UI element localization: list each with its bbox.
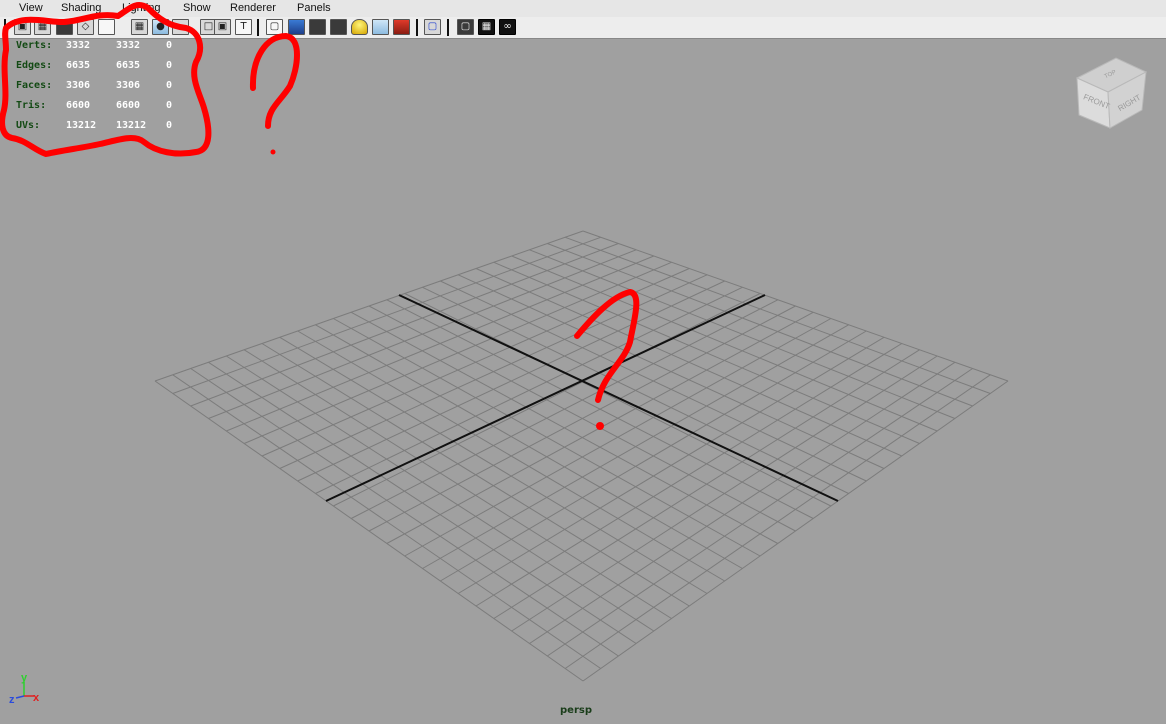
x-axis-label: x — [33, 692, 40, 704]
grid-line — [475, 343, 903, 607]
grid-line — [582, 380, 1009, 682]
grid-line — [154, 380, 584, 682]
y-axis-label: y — [21, 672, 28, 684]
red-annotations — [0, 2, 640, 430]
camera-name-label: persp — [560, 705, 592, 716]
grid-line — [404, 318, 832, 557]
grid-line — [243, 349, 672, 619]
grid-axis-line — [325, 294, 766, 502]
grid-line — [493, 349, 920, 619]
grid-line — [261, 343, 690, 607]
ground-grid — [154, 230, 1009, 682]
annotation-circle — [0, 2, 212, 157]
grid-line — [422, 324, 849, 569]
grid-line — [333, 318, 761, 557]
viewcube[interactable]: FRONT RIGHT TOP — [1075, 57, 1148, 129]
z-axis-line — [15, 695, 25, 699]
axis-indicator: y x z — [9, 672, 40, 706]
annotation-question-dot — [270, 149, 276, 155]
annotation-question-dot — [596, 422, 604, 430]
grid-line — [172, 374, 601, 669]
grid-line — [564, 374, 991, 669]
z-axis-label: z — [9, 694, 15, 706]
annotation-question-mark — [249, 33, 300, 129]
grid-axis-line — [398, 294, 839, 502]
grid-line — [297, 330, 725, 582]
grid-line — [440, 330, 867, 582]
grid-line — [315, 324, 743, 569]
perspective-viewport[interactable]: FRONT RIGHT TOP y x z — [0, 0, 1166, 724]
